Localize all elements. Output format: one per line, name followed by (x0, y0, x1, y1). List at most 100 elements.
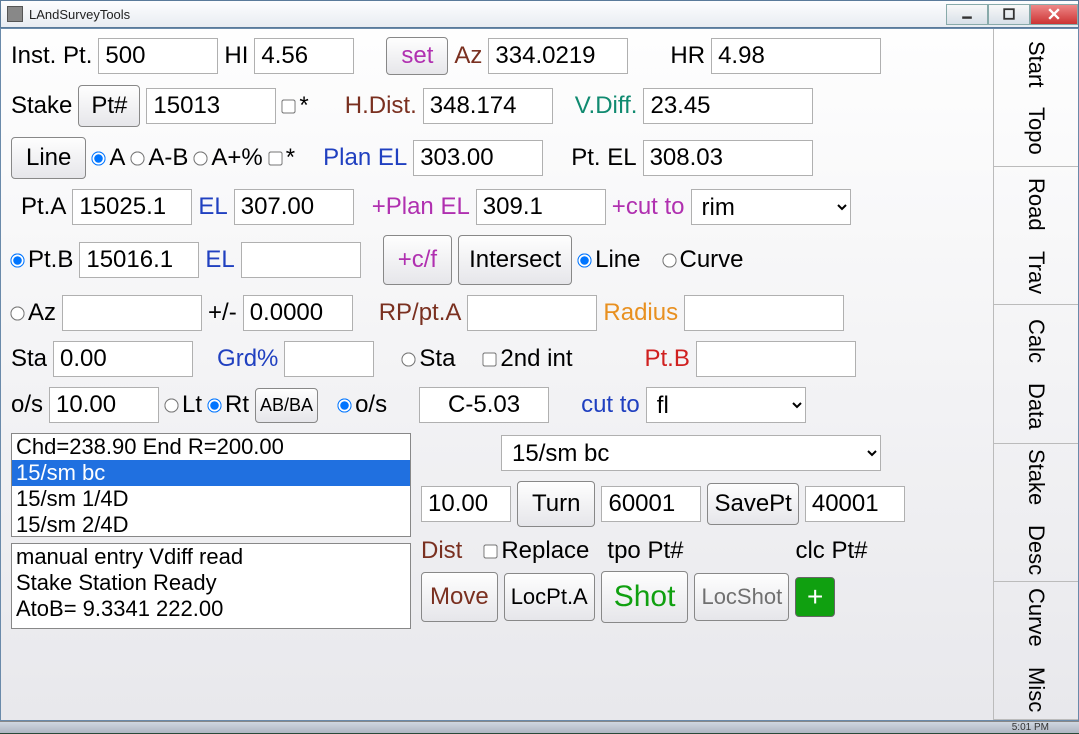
dist-value-input[interactable] (421, 486, 511, 522)
os-input[interactable] (49, 387, 159, 423)
list-item[interactable]: manual entry Vdiff read (12, 544, 410, 570)
hdist-label: H.Dist. (345, 92, 417, 120)
inst-pt-input[interactable] (98, 38, 218, 74)
clc-pt-label: clc Pt# (795, 537, 867, 565)
pta-input[interactable] (72, 189, 192, 225)
sta-input[interactable] (53, 341, 193, 377)
list-item[interactable]: 15/sm 1/4D (12, 486, 410, 512)
cf-button[interactable]: +c/f (383, 235, 452, 285)
plan-el-label: Plan EL (323, 144, 407, 172)
line-star-check[interactable] (268, 151, 282, 165)
tpo-pt-input[interactable] (601, 486, 701, 522)
hr-label: HR (670, 42, 705, 70)
rp-pta-input[interactable] (467, 295, 597, 331)
grd-input[interactable] (284, 341, 374, 377)
pm-input[interactable] (243, 295, 353, 331)
window-title: LAndSurveyTools (29, 7, 946, 22)
intersect-button[interactable]: Intersect (458, 235, 572, 285)
pta-el-input[interactable] (234, 189, 354, 225)
side-topo-start[interactable]: StartTopo (994, 29, 1078, 167)
clc-pt-input[interactable] (805, 486, 905, 522)
list-item[interactable]: 15/sm bc (12, 460, 410, 486)
vdiff-label: V.Diff. (575, 92, 638, 120)
desc-combo[interactable]: 15/sm bc (501, 435, 881, 471)
move-button[interactable]: Move (421, 572, 498, 622)
radio-sta[interactable]: Sta (402, 345, 455, 373)
sta-label: Sta (11, 345, 47, 373)
list-item[interactable]: 15/sm 2/4D (12, 512, 410, 537)
pta-label: Pt.A (21, 193, 66, 221)
log-listbox[interactable]: manual entry Vdiff readStake Station Rea… (11, 543, 411, 629)
vdiff-input[interactable] (643, 88, 813, 124)
pt-star-label: * (299, 92, 308, 120)
stake-label: Stake (11, 92, 72, 120)
radius-input[interactable] (684, 295, 844, 331)
os2-input[interactable] (419, 387, 549, 423)
hi-input[interactable] (254, 38, 354, 74)
close-button[interactable] (1030, 4, 1078, 25)
line-star-label: * (286, 144, 295, 172)
shot-button[interactable]: Shot (601, 571, 689, 623)
cut-to-select[interactable]: fl (646, 387, 806, 423)
ptb2-input[interactable] (696, 341, 856, 377)
hdist-input[interactable] (423, 88, 553, 124)
radio-os[interactable]: o/s (338, 391, 387, 419)
minimize-button[interactable] (946, 4, 988, 25)
pm-label: +/- (208, 299, 237, 327)
ptb-input[interactable] (79, 242, 199, 278)
radio-ptb[interactable]: Pt.B (11, 246, 73, 274)
radio-a-b[interactable]: A-B (131, 144, 188, 172)
side-misc-curve[interactable]: CurveMisc (994, 582, 1078, 720)
radio-a[interactable]: A (92, 144, 125, 172)
list-item[interactable]: AtoB= 9.3341 222.00 (12, 596, 410, 622)
locpta-button[interactable]: LocPt.A (504, 573, 595, 621)
abba-button[interactable]: AB/BA (255, 388, 318, 423)
line-button[interactable]: Line (11, 137, 86, 179)
hi-label: HI (224, 42, 248, 70)
set-button[interactable]: set (386, 37, 448, 75)
radio-lt[interactable]: Lt (165, 391, 202, 419)
savept-button[interactable]: SavePt (707, 483, 798, 525)
az2-input[interactable] (62, 295, 202, 331)
plan-el-input[interactable] (413, 140, 543, 176)
clock: 5:01 PM (1012, 722, 1049, 733)
radio-a-pct[interactable]: A+% (194, 144, 262, 172)
ptb2-label: Pt.B (644, 345, 689, 373)
locshot-button[interactable]: LocShot (694, 573, 789, 621)
grd-label: Grd% (217, 345, 278, 373)
check-replace[interactable]: Replace (484, 537, 589, 565)
pt-el-label: Pt. EL (571, 144, 636, 172)
pcut-to-select[interactable]: rim (691, 189, 851, 225)
ptb-el-input[interactable] (241, 242, 361, 278)
titlebar: LAndSurveyTools (0, 0, 1079, 28)
cut-to-label: cut to (581, 391, 640, 419)
radio-az[interactable]: Az (11, 299, 56, 327)
radio-line[interactable]: Line (578, 246, 640, 274)
check-2nd-int[interactable]: 2nd int (483, 345, 572, 373)
inst-pt-label: Inst. Pt. (11, 42, 92, 70)
pt-num-button[interactable]: Pt# (78, 85, 140, 127)
pt-el-input[interactable] (643, 140, 813, 176)
radius-label: Radius (603, 299, 678, 327)
side-data-calc[interactable]: CalcData (994, 305, 1078, 443)
side-trav-road[interactable]: RoadTrav (994, 167, 1078, 305)
plus-button[interactable]: + (795, 577, 835, 617)
pcut-to-label: +cut to (612, 193, 685, 221)
side-desc-stake[interactable]: StakeDesc (994, 444, 1078, 582)
pplan-el-input[interactable] (476, 189, 606, 225)
hr-input[interactable] (711, 38, 881, 74)
az-input[interactable] (488, 38, 628, 74)
pta-el-label: EL (198, 193, 227, 221)
radio-rt[interactable]: Rt (208, 391, 249, 419)
list-item[interactable]: Chd=238.90 End R=200.00 (12, 434, 410, 460)
app-icon (7, 6, 23, 22)
rp-pta-label: RP/pt.A (379, 299, 462, 327)
radio-curve[interactable]: Curve (663, 246, 744, 274)
turn-button[interactable]: Turn (517, 481, 595, 527)
list-item[interactable]: Stake Station Ready (12, 570, 410, 596)
taskbar: 5:01 PM (0, 721, 1079, 733)
desc-listbox[interactable]: Chd=238.90 End R=200.0015/sm bc15/sm 1/4… (11, 433, 411, 537)
maximize-button[interactable] (988, 4, 1030, 25)
pt-star-check[interactable] (282, 99, 296, 113)
pt-num-input[interactable] (146, 88, 276, 124)
